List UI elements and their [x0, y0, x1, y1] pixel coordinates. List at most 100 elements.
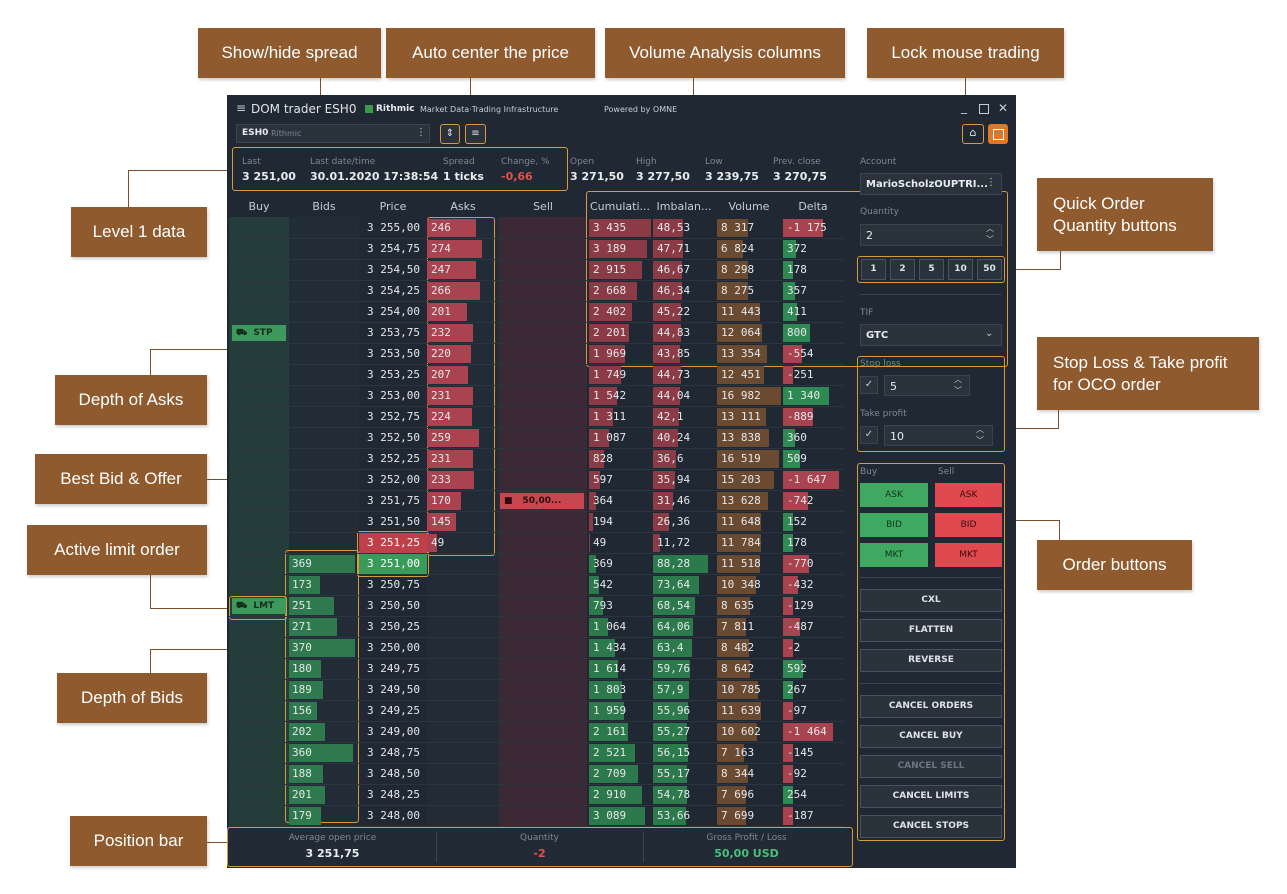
table-row[interactable]: 271 3 250,25 1 064 64,06 7 811 -487 — [229, 617, 844, 638]
table-row[interactable]: ⛟ LMT 251 3 250,50 793 68,54 8 635 -129 — [229, 596, 844, 617]
buy-ask-button[interactable]: ASK — [860, 483, 928, 507]
price-cell[interactable]: 3 253,75 — [359, 323, 427, 343]
cancel-buy-button[interactable]: CANCEL BUY — [860, 725, 1002, 748]
table-row[interactable]: 156 3 249,25 1 959 55,96 11 639 -97 — [229, 701, 844, 722]
price-cell[interactable]: 3 248,25 — [359, 785, 427, 805]
rithmic-logo: Rithmic — [365, 104, 415, 114]
maximize-icon[interactable] — [979, 104, 989, 114]
price-cell[interactable]: 3 251,00 — [359, 554, 427, 574]
sell-bid-button[interactable]: BID — [935, 513, 1002, 537]
price-cell[interactable]: 3 253,25 — [359, 365, 427, 385]
price-cell[interactable]: 3 252,00 — [359, 470, 427, 490]
sell-ask-button[interactable]: ASK — [935, 483, 1002, 507]
table-row[interactable]: ⛟ STP 3 253,75 232 2 201 44,83 12 064 800 — [229, 323, 844, 344]
price-cell[interactable]: 3 252,50 — [359, 428, 427, 448]
buy-order-marker[interactable]: ⛟ LMT — [232, 598, 286, 614]
quick-qty-button[interactable]: 10 — [948, 259, 973, 280]
price-cell[interactable]: 3 251,25 — [359, 533, 427, 553]
price-cell[interactable]: 3 251,50 — [359, 512, 427, 532]
quick-qty-button[interactable]: 1 — [861, 259, 886, 280]
stepper-icon[interactable]: ︿ ﹀ — [976, 424, 984, 446]
table-row[interactable]: 3 253,50 220 1 969 43,85 13 354 -554 — [229, 344, 844, 365]
buy-order-marker[interactable]: ⛟ STP — [232, 325, 286, 341]
close-icon[interactable]: ✕ — [998, 101, 1008, 115]
price-cell[interactable]: 3 250,25 — [359, 617, 427, 637]
account-more-icon[interactable]: ⋮ — [986, 177, 996, 188]
table-row[interactable]: 3 252,00 233 597 35,94 15 203 -1 647 — [229, 470, 844, 491]
price-cell[interactable]: 3 251,75 — [359, 491, 427, 511]
price-cell[interactable]: 3 249,50 — [359, 680, 427, 700]
delta-value: 592 — [787, 662, 807, 675]
buy-mkt-button[interactable]: MKT — [860, 543, 928, 567]
table-row[interactable]: 201 3 248,25 2 910 54,78 7 696 254 — [229, 785, 844, 806]
table-row[interactable]: 188 3 248,50 2 709 55,17 8 344 -92 — [229, 764, 844, 785]
cancel-limits-button[interactable]: CANCEL LIMITS — [860, 785, 1002, 808]
table-row[interactable]: 3 252,75 224 1 311 42,1 13 111 -889 — [229, 407, 844, 428]
table-row[interactable]: 3 253,25 207 1 749 44,73 12 451 -251 — [229, 365, 844, 386]
table-row[interactable]: 360 3 248,75 2 521 56,15 7 163 -145 — [229, 743, 844, 764]
quick-qty-button[interactable]: 5 — [919, 259, 944, 280]
table-row[interactable]: 3 253,00 231 1 542 44,04 16 982 1 340 — [229, 386, 844, 407]
price-cell[interactable]: 3 253,50 — [359, 344, 427, 364]
stepper-icon[interactable]: ︿ ﹀ — [954, 374, 962, 396]
price-cell[interactable]: 3 250,00 — [359, 638, 427, 658]
quick-qty-button[interactable]: 50 — [977, 259, 1002, 280]
table-row[interactable]: 3 254,50 247 2 915 46,67 8 298 178 — [229, 260, 844, 281]
table-row[interactable]: 3 254,25 266 2 668 46,34 8 275 357 — [229, 281, 844, 302]
cancel-orders-button[interactable]: CANCEL ORDERS — [860, 695, 1002, 718]
table-row[interactable]: 370 3 250,00 1 434 63,4 8 482 -2 — [229, 638, 844, 659]
cancel-sell-button[interactable]: CANCEL SELL — [860, 755, 1002, 778]
price-cell[interactable]: 3 252,25 — [359, 449, 427, 469]
show-spread-button[interactable]: ⇕ — [440, 124, 460, 144]
price-cell[interactable]: 3 249,00 — [359, 722, 427, 742]
price-cell[interactable]: 3 248,75 — [359, 743, 427, 763]
table-row[interactable]: 369 3 251,00 369 88,28 11 518 -770 — [229, 554, 844, 575]
table-row[interactable]: 179 3 248,00 3 089 53,66 7 699 -187 — [229, 806, 844, 827]
price-cell[interactable]: 3 250,75 — [359, 575, 427, 595]
stepper-icon[interactable]: ︿ ﹀ — [986, 223, 994, 245]
price-cell[interactable]: 3 248,50 — [359, 764, 427, 784]
price-cell[interactable]: 3 253,00 — [359, 386, 427, 406]
table-row[interactable]: 3 254,00 201 2 402 45,22 11 443 411 — [229, 302, 844, 323]
symbol-more-icon[interactable]: ⋮ — [416, 127, 426, 138]
table-row[interactable]: 180 3 249,75 1 614 59,76 8 642 592 — [229, 659, 844, 680]
panel-toggle-icon[interactable] — [988, 124, 1008, 144]
menu-icon[interactable]: ≡ — [236, 101, 246, 115]
price-cell[interactable]: 3 254,75 — [359, 239, 427, 259]
price-cell[interactable]: 3 250,50 — [359, 596, 427, 616]
lock-icon[interactable]: ⌂ — [962, 124, 984, 144]
price-cell[interactable]: 3 254,25 — [359, 281, 427, 301]
sell-order-marker[interactable]: ■ 50,00... — [500, 493, 584, 509]
table-row[interactable]: 189 3 249,50 1 803 57,9 10 785 267 — [229, 680, 844, 701]
table-row[interactable]: 3 251,50 145 194 26,36 11 648 152 — [229, 512, 844, 533]
table-row[interactable]: 173 3 250,75 542 73,64 10 348 -432 — [229, 575, 844, 596]
auto-center-button[interactable]: ≡ — [465, 124, 486, 144]
table-row[interactable]: 3 251,75 170 ■ 50,00... 364 31,46 13 628 -742 — [229, 491, 844, 512]
price-cell[interactable]: 3 255,00 — [359, 218, 427, 238]
price-cell[interactable]: 3 248,00 — [359, 806, 427, 826]
take-profit-checkbox[interactable]: ✓ — [860, 426, 878, 444]
sell-mkt-button[interactable]: MKT — [935, 543, 1002, 567]
minimize-icon[interactable]: _ — [961, 100, 967, 114]
flatten-button[interactable]: FLATTEN — [860, 619, 1002, 642]
table-row[interactable]: 3 255,00 246 3 435 48,53 8 317 -1 175 — [229, 218, 844, 239]
cancel-stops-button[interactable]: CANCEL STOPS — [860, 815, 1002, 838]
position-value: 3 251,75 — [305, 847, 360, 860]
price-cell[interactable]: 3 249,25 — [359, 701, 427, 721]
table-row[interactable]: 3 252,50 259 1 087 40,24 13 838 360 — [229, 428, 844, 449]
cumulative-value: 194 — [593, 515, 613, 528]
buy-bid-button[interactable]: BID — [860, 513, 928, 537]
stop-loss-checkbox[interactable]: ✓ — [860, 376, 878, 394]
reverse-button[interactable]: REVERSE — [860, 649, 1002, 672]
table-row[interactable]: 3 252,25 231 828 36,6 16 519 509 — [229, 449, 844, 470]
table-row[interactable]: 202 3 249,00 2 161 55,27 10 602 -1 464 — [229, 722, 844, 743]
price-cell[interactable]: 3 252,75 — [359, 407, 427, 427]
cxl-button[interactable]: CXL — [860, 589, 1002, 612]
table-row[interactable]: 3 254,75 274 3 189 47,71 6 824 372 — [229, 239, 844, 260]
price-cell[interactable]: 3 254,50 — [359, 260, 427, 280]
price-cell[interactable]: 3 249,75 — [359, 659, 427, 679]
quantity-stepper[interactable] — [860, 224, 1002, 246]
quick-qty-button[interactable]: 2 — [890, 259, 915, 280]
table-row[interactable]: 3 251,25 49 49 11,72 11 784 178 — [229, 533, 844, 554]
price-cell[interactable]: 3 254,00 — [359, 302, 427, 322]
